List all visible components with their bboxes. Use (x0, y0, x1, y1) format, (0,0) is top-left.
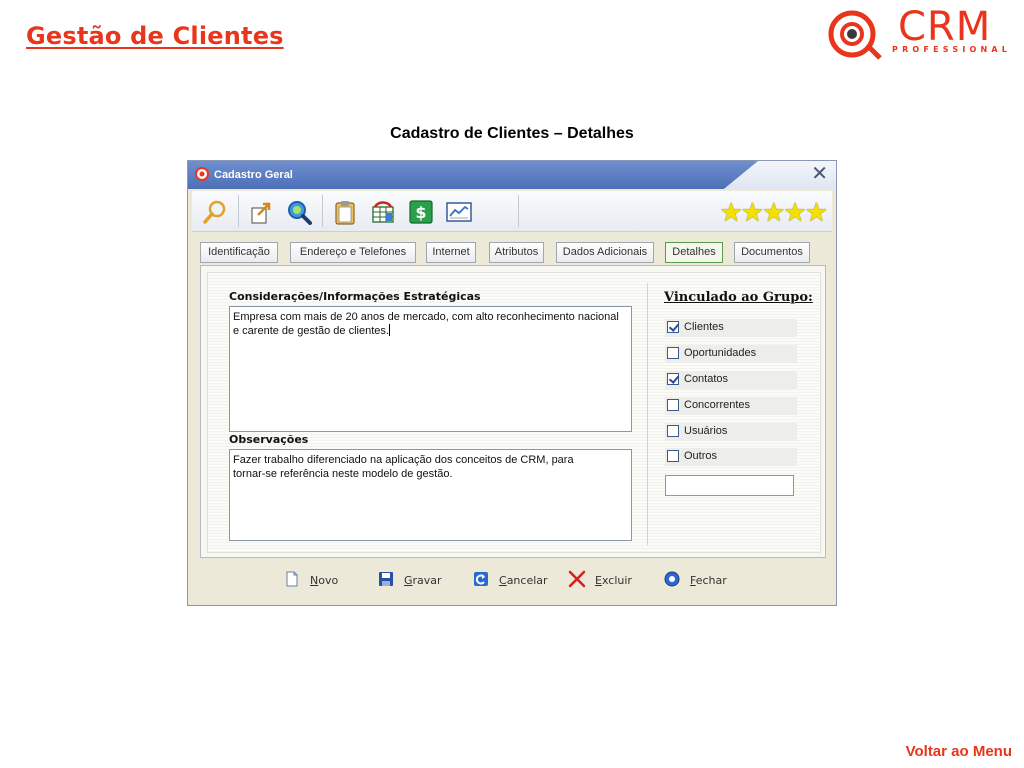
details-panel-inner: Considerações/Informações Estratégicas E… (207, 272, 821, 553)
close-button[interactable]: Fechar (664, 571, 744, 594)
checkbox-label: Usuários (684, 425, 728, 437)
delete-button-label: Excluir (595, 574, 632, 587)
observations-line-2: tornar-se referência neste modelo de ges… (233, 468, 453, 480)
close-icon[interactable]: ✕ (811, 164, 828, 184)
window-title: Cadastro Geral (214, 169, 293, 181)
checkbox-label: Outros (684, 450, 718, 462)
search-icon[interactable] (202, 199, 228, 225)
undo-icon (474, 572, 488, 586)
cancel-button-label: Cancelar (499, 574, 548, 587)
group-title: Vinculado ao Grupo: (664, 290, 813, 305)
app-icon (195, 167, 209, 181)
strategic-info-line-1: Empresa com mais de 20 anos de mercado, … (233, 311, 619, 323)
new-button[interactable]: Novo (284, 571, 354, 594)
tab-atributos[interactable]: Atributos (489, 242, 544, 263)
chart-icon[interactable] (446, 199, 472, 225)
save-button[interactable]: Gravar (378, 572, 458, 594)
checkbox-label: Clientes (684, 321, 724, 333)
group-option-contatos[interactable]: Contatos (665, 371, 797, 389)
tab-endereco-telefones[interactable]: Endereço e Telefones (290, 242, 416, 263)
toolbar-separator (322, 195, 323, 227)
other-group-input[interactable] (665, 475, 794, 496)
checkbox-clientes[interactable] (667, 321, 679, 333)
group-option-outros[interactable]: Outros (665, 448, 797, 466)
crm-logo: CRM PROFESSIONAL (826, 4, 1021, 60)
checkbox-contatos[interactable] (667, 373, 679, 385)
title-bar: Cadastro Geral ✕ (188, 161, 836, 189)
logo-text: CRM (898, 4, 992, 50)
checkbox-label: Concorrentes (684, 399, 751, 411)
svg-text:$: $ (415, 203, 426, 222)
toolbar-separator (518, 195, 519, 227)
checkbox-concorrentes[interactable] (667, 399, 679, 411)
new-document-icon (286, 571, 298, 587)
zoom-icon[interactable] (286, 199, 312, 225)
strategic-info-textarea[interactable]: Empresa com mais de 20 anos de mercado, … (229, 306, 632, 432)
checkbox-label: Oportunidades (684, 347, 757, 359)
delete-x-icon (568, 570, 586, 588)
cadastro-window: Cadastro Geral ✕ $ ★★★★★ Identificação E… (187, 160, 837, 606)
group-option-oportunidades[interactable]: Oportunidades (665, 345, 797, 363)
checkbox-outros[interactable] (667, 450, 679, 462)
tab-dados-adicionais[interactable]: Dados Adicionais (556, 242, 654, 263)
section-heading: Cadastro de Clientes – Detalhes (390, 125, 634, 142)
back-to-menu-link[interactable]: Voltar ao Menu (906, 743, 1012, 760)
observations-line-1: Fazer trabalho diferenciado na aplicação… (233, 454, 574, 466)
at-sign-icon (828, 10, 882, 60)
data-grid-icon[interactable] (370, 199, 396, 225)
cancel-button[interactable]: Cancelar (473, 572, 563, 594)
toolbar: $ ★★★★★ (192, 191, 832, 232)
details-panel: Considerações/Informações Estratégicas E… (200, 265, 826, 558)
save-icon (379, 572, 393, 586)
checkbox-usuarios[interactable] (667, 425, 679, 437)
group-option-clientes[interactable]: Clientes (665, 319, 797, 337)
group-option-usuarios[interactable]: Usuários (665, 423, 797, 441)
tab-identificacao[interactable]: Identificação (200, 242, 278, 263)
rating-stars: ★★★★★ (719, 197, 828, 227)
close-circle-icon (664, 571, 680, 587)
tab-documentos[interactable]: Documentos (734, 242, 810, 263)
observations-label: Observações (229, 433, 309, 446)
slide-title: Gestão de Clientes (26, 22, 284, 50)
delete-button[interactable]: Excluir (568, 570, 648, 594)
logo-subtitle: PROFESSIONAL (892, 45, 1012, 54)
save-button-label: Gravar (404, 574, 442, 587)
dollar-icon[interactable]: $ (408, 199, 434, 225)
new-button-label: Novo (310, 574, 339, 587)
strategic-info-label: Considerações/Informações Estratégicas (229, 290, 481, 303)
close-button-label: Fechar (690, 574, 727, 587)
export-icon[interactable] (248, 199, 274, 225)
clipboard-icon[interactable] (332, 199, 358, 225)
tab-internet[interactable]: Internet (426, 242, 476, 263)
toolbar-separator (238, 195, 239, 227)
group-option-concorrentes[interactable]: Concorrentes (665, 397, 797, 415)
checkbox-oportunidades[interactable] (667, 347, 679, 359)
strategic-info-line-2: e carente de gestão de clientes. (233, 324, 390, 337)
observations-textarea[interactable]: Fazer trabalho diferenciado na aplicação… (229, 449, 632, 541)
tab-detalhes[interactable]: Detalhes (665, 242, 723, 263)
panel-divider (647, 283, 648, 545)
checkbox-label: Contatos (684, 373, 729, 385)
